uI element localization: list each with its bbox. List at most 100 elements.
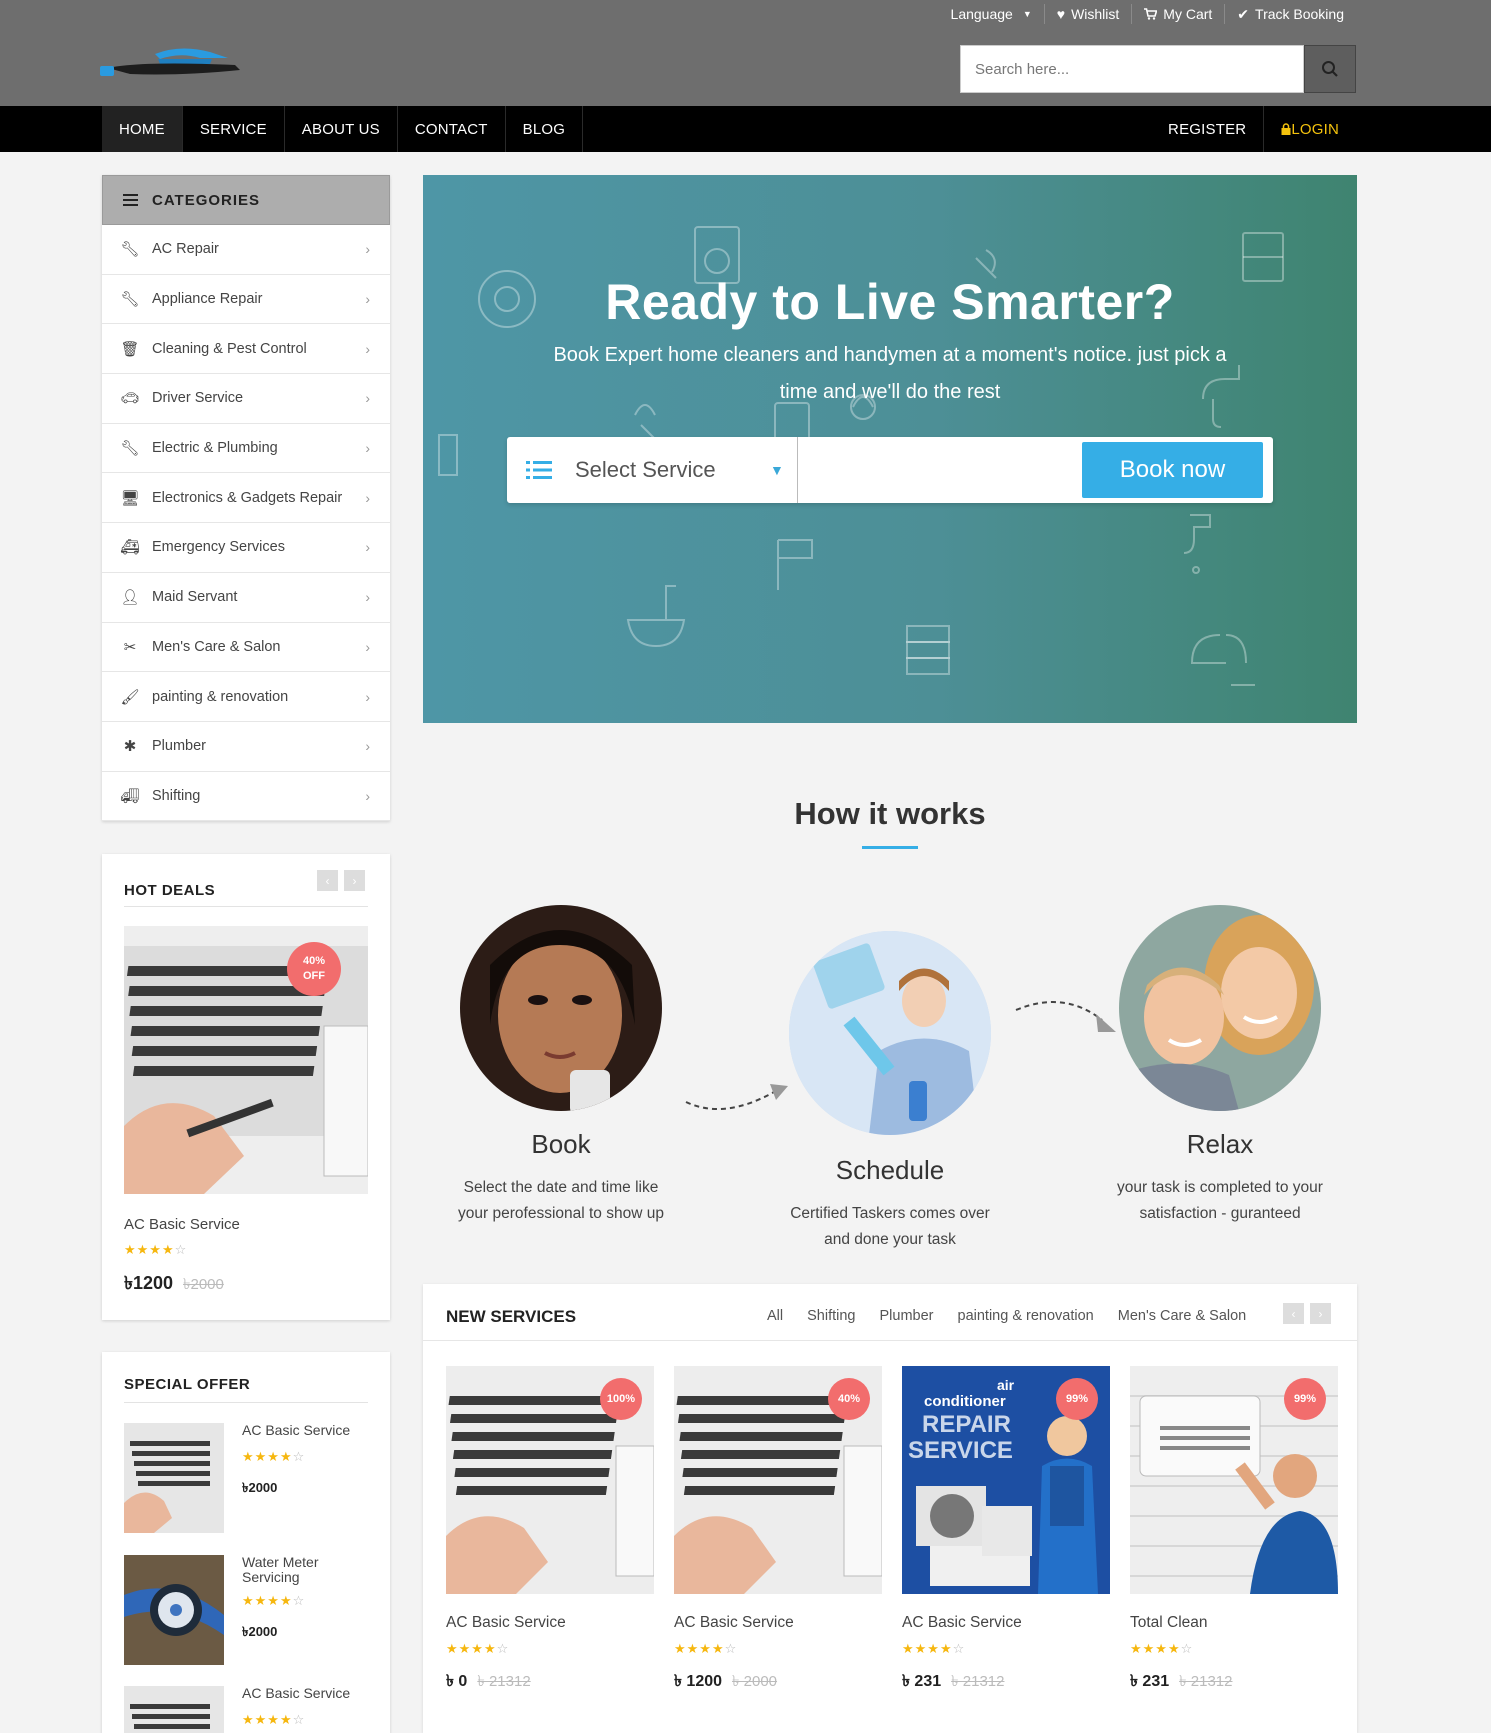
heart-icon: ♥	[1056, 6, 1066, 22]
service-filter-tabs: All Shifting Plumber painting & renovati…	[767, 1308, 1246, 1324]
category-item[interactable]: ✱ Plumber ›	[102, 722, 390, 772]
category-label: Maid Servant	[152, 589, 238, 606]
category-label: Plumber	[152, 738, 206, 755]
category-item[interactable]: 🖥︎ Electronics & Gadgets Repair ›	[102, 473, 390, 524]
book-now-button[interactable]: Book now	[1082, 442, 1263, 498]
discount-badge: 40%	[828, 1378, 870, 1420]
next-arrow-button[interactable]: ›	[344, 870, 365, 891]
wrench-icon: 🔧︎	[120, 440, 140, 458]
category-label: Emergency Services	[152, 539, 285, 556]
new-services-title: NEW SERVICES	[446, 1307, 577, 1326]
cart-link[interactable]: My Cart	[1131, 4, 1224, 24]
category-item[interactable]: 🚑︎ Emergency Services ›	[102, 523, 390, 573]
search-icon	[1322, 61, 1338, 77]
nav-home[interactable]: HOME	[102, 106, 183, 152]
special-offer-item[interactable]: AC Basic Service ★★★★☆	[124, 1686, 368, 1733]
login-label: LOGIN	[1291, 120, 1339, 138]
filter-mens-care[interactable]: Men's Care & Salon	[1118, 1308, 1247, 1324]
top-header: Language ▼ ♥ Wishlist My Cart ✔ Track Bo…	[0, 0, 1491, 106]
track-booking-link[interactable]: ✔ Track Booking	[1224, 4, 1356, 24]
nav-register[interactable]: REGISTER	[1151, 106, 1263, 152]
relax-step-image	[1119, 905, 1321, 1111]
schedule-step-image	[789, 931, 991, 1135]
categories-header: CATEGORIES	[102, 175, 390, 225]
hero-title: Ready to Live Smarter?	[605, 274, 1175, 330]
list-icon	[526, 461, 552, 479]
language-label: Language	[950, 6, 1013, 22]
chevron-right-icon: ›	[365, 241, 370, 258]
category-item[interactable]: 🚚︎ Shifting ›	[102, 772, 390, 822]
filter-plumber[interactable]: Plumber	[880, 1308, 934, 1324]
special-offer-item[interactable]: Water Meter Servicing ★★★★☆ ৳2000	[124, 1555, 368, 1665]
service-price: ৳ 231 ৳ 21312	[1130, 1673, 1233, 1690]
chevron-right-icon: ›	[365, 589, 370, 606]
category-item[interactable]: ✂ Men's Care & Salon ›	[102, 623, 390, 673]
service-card[interactable]: 99% Total Clean ★★★★☆ ৳ 231 ৳ 21312	[1130, 1366, 1338, 1726]
discount-badge: 100%	[600, 1378, 642, 1420]
rating-stars: ★★★★☆	[242, 1712, 306, 1727]
service-price: ৳ 231 ৳ 21312	[902, 1673, 1005, 1690]
language-dropdown[interactable]: Language ▼	[939, 4, 1044, 24]
check-icon: ✔	[1237, 5, 1250, 22]
category-label: Men's Care & Salon	[152, 638, 281, 655]
chevron-right-icon: ›	[365, 390, 370, 407]
special-offer-price: ৳2000	[242, 1624, 278, 1639]
ac-service-thumbnail	[124, 1686, 224, 1733]
rating-stars: ★★★★☆	[674, 1641, 738, 1656]
main-nav: HOME SERVICE ABOUT US CONTACT BLOG REGIS…	[0, 106, 1491, 152]
category-item[interactable]: 🚗︎ Driver Service ›	[102, 374, 390, 424]
category-item[interactable]: 🔧︎ AC Repair ›	[102, 225, 390, 275]
filter-all[interactable]: All	[767, 1308, 783, 1324]
poster-text-conditioner: conditioner	[924, 1393, 1006, 1410]
special-offer-name: Water Meter Servicing	[242, 1554, 319, 1585]
search-button[interactable]	[1304, 45, 1356, 93]
hero-banner: Ready to Live Smarter? Book Expert home …	[423, 175, 1357, 723]
chevron-right-icon: ›	[365, 738, 370, 755]
service-card[interactable]: air conditioner REPAIR SERVICE 99% AC Ba…	[902, 1366, 1110, 1726]
nav-login[interactable]: LOGIN	[1263, 106, 1356, 152]
step-title-relax: Relax	[1186, 1129, 1254, 1159]
filter-shifting[interactable]: Shifting	[807, 1308, 855, 1324]
category-label: AC Repair	[152, 241, 219, 258]
brush-icon: 🖌︎	[120, 688, 140, 706]
category-item[interactable]: 🔧︎ Appliance Repair ›	[102, 275, 390, 325]
nav-blog[interactable]: BLOG	[506, 106, 584, 152]
old-price: ৳ 21312	[477, 1673, 531, 1690]
book-step-image	[460, 905, 662, 1111]
category-item[interactable]: 👤︎ Maid Servant ›	[102, 573, 390, 623]
nav-service[interactable]: SERVICE	[183, 106, 285, 152]
cart-icon	[1144, 8, 1158, 20]
prev-arrow-button[interactable]: ‹	[317, 870, 338, 891]
ac-service-thumbnail	[124, 1423, 224, 1533]
prev-arrow-button[interactable]: ‹	[1283, 1303, 1304, 1324]
category-item[interactable]: 🔧︎ Electric & Plumbing ›	[102, 424, 390, 474]
step-title-schedule: Schedule	[835, 1155, 945, 1185]
filter-painting[interactable]: painting & renovation	[958, 1308, 1094, 1324]
category-item[interactable]: 🗑︎ Cleaning & Pest Control ›	[102, 324, 390, 375]
hot-deal-name[interactable]: AC Basic Service	[124, 1216, 240, 1233]
category-label: Appliance Repair	[152, 291, 263, 308]
rating-stars: ★★★★☆	[242, 1593, 306, 1608]
service-card[interactable]: 100% AC Basic Service ★★★★☆ ৳ 0 ৳ 21312	[446, 1366, 654, 1726]
old-price: ৳ 2000	[732, 1673, 778, 1690]
hero-subtitle: Book Expert home cleaners and handymen a…	[553, 344, 1227, 403]
site-logo[interactable]	[100, 46, 255, 86]
wrench-icon: 🔧︎	[120, 241, 140, 259]
wishlist-link[interactable]: ♥ Wishlist	[1043, 4, 1132, 24]
next-arrow-button[interactable]: ›	[1310, 1303, 1331, 1324]
step-desc-schedule: Certified Taskers comes over and done yo…	[790, 1205, 990, 1248]
category-item[interactable]: 🖌︎ painting & renovation ›	[102, 672, 390, 722]
rating-stars: ★★★★☆	[446, 1641, 510, 1656]
special-offer-item[interactable]: AC Basic Service ★★★★☆ ৳2000	[124, 1423, 368, 1533]
select-service-dropdown[interactable]: Select Service	[575, 457, 770, 483]
nav-contact[interactable]: CONTACT	[398, 106, 506, 152]
service-card[interactable]: 40% AC Basic Service ★★★★☆ ৳ 1200 ৳ 2000	[674, 1366, 882, 1726]
car-icon: 🚗︎	[120, 390, 140, 408]
chevron-right-icon: ›	[365, 688, 370, 705]
cart-label: My Cart	[1163, 6, 1213, 22]
nav-about-us[interactable]: ABOUT US	[285, 106, 398, 152]
how-it-works-title: How it works	[794, 796, 986, 831]
special-offer-title: SPECIAL OFFER	[124, 1376, 251, 1393]
categories-title: CATEGORIES	[152, 191, 261, 209]
search-input[interactable]	[960, 45, 1304, 93]
